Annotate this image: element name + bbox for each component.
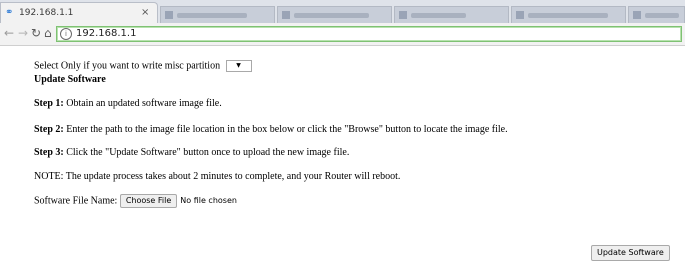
step-3: Step 3: Click the "Update Software" butt… — [34, 147, 349, 158]
back-arrow-icon[interactable]: ← — [4, 26, 14, 40]
browser-toolbar: ← → ↻ ⌂ i 192.168.1.1 — [0, 23, 685, 46]
tab-background[interactable] — [160, 6, 275, 23]
tab-title: 192.168.1.1 — [19, 8, 74, 18]
tab-background[interactable] — [277, 6, 392, 23]
partition-row: Select Only if you want to write misc pa… — [34, 60, 252, 72]
file-row: Software File Name: Choose File No file c… — [34, 194, 237, 208]
forward-arrow-icon[interactable]: → — [18, 26, 28, 40]
step-text: Obtain an updated software image file. — [63, 98, 222, 109]
tab-title-blurred — [411, 13, 466, 18]
step-label: Step 2: — [34, 124, 64, 135]
step-label: Step 1: — [34, 98, 64, 109]
tab-background[interactable] — [394, 6, 509, 23]
tab-favicon-icon — [516, 11, 524, 19]
no-file-text: No file chosen — [180, 196, 237, 206]
tab-active[interactable]: ⚭ 192.168.1.1 × — [0, 2, 158, 23]
tab-favicon-icon — [165, 11, 173, 19]
globe-icon: ⚭ — [5, 7, 14, 18]
step-1: Step 1: Obtain an updated software image… — [34, 98, 222, 109]
tab-background[interactable] — [628, 6, 685, 23]
page-title: Update Software — [34, 74, 106, 85]
partition-prompt: Select Only if you want to write misc pa… — [34, 60, 221, 72]
tab-background[interactable] — [511, 6, 626, 23]
choose-file-button[interactable]: Choose File — [119, 194, 178, 208]
tab-title-blurred — [645, 13, 679, 18]
tab-title-blurred — [294, 13, 369, 18]
tab-favicon-icon — [633, 11, 641, 19]
page-content: Select Only if you want to write misc pa… — [0, 46, 685, 261]
note-text: NOTE: The update process takes about 2 m… — [34, 171, 401, 182]
step-text: Click the "Update Software" button once … — [63, 147, 350, 158]
tab-favicon-icon — [399, 11, 407, 19]
step-label: Step 3: — [34, 147, 64, 158]
address-bar[interactable]: i 192.168.1.1 — [56, 26, 682, 42]
step-2: Step 2: Enter the path to the image file… — [34, 124, 508, 135]
address-url: 192.168.1.1 — [76, 28, 137, 39]
home-icon[interactable]: ⌂ — [44, 26, 52, 40]
reload-icon[interactable]: ↻ — [31, 26, 41, 40]
partition-select[interactable]: ▼ — [225, 60, 252, 72]
close-icon[interactable]: × — [141, 7, 149, 18]
tab-title-blurred — [177, 13, 247, 18]
file-label: Software File Name: — [34, 195, 118, 207]
tab-favicon-icon — [282, 11, 290, 19]
tab-title-blurred — [528, 13, 608, 18]
update-software-button[interactable]: Update Software — [591, 245, 670, 261]
step-text: Enter the path to the image file locatio… — [63, 124, 508, 135]
info-icon[interactable]: i — [60, 28, 72, 40]
tab-strip: ⚭ 192.168.1.1 × — [0, 0, 685, 23]
